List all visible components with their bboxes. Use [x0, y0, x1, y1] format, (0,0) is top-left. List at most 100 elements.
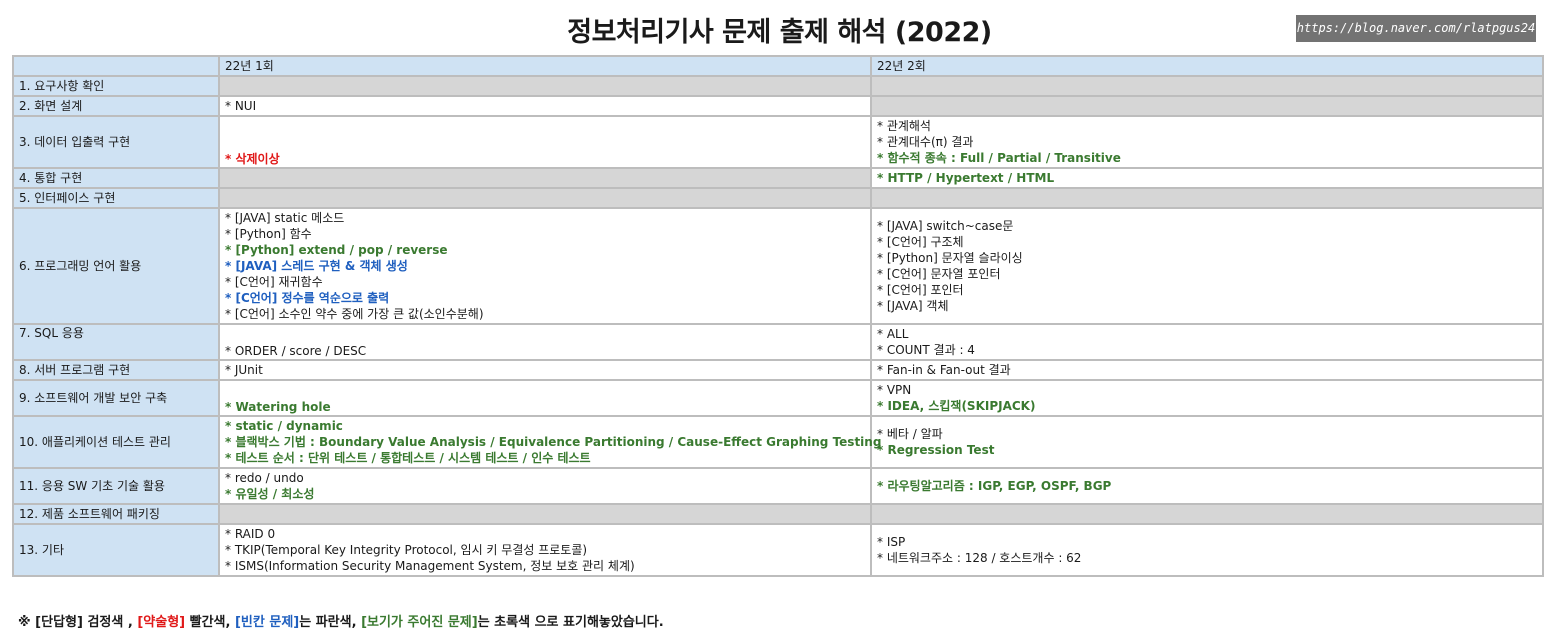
exam-22-1-cell: * static / dynamic * 블랙박스 기법 : Boundary V…	[218, 415, 882, 469]
topic-item: * Fan-in & Fan-out 결과	[877, 363, 1011, 377]
topic-item: * [C언어] 문자열 포인터	[877, 267, 1001, 281]
topic-item: * COUNT 결과 : 4	[877, 343, 975, 357]
table-row: 3. 데이터 입출력 구현 * 삭제이상 * 관계해석 * 관계대수(π) 결과 * 함…	[12, 115, 1544, 169]
exam-22-1-cell: * NUI	[218, 95, 872, 117]
exam-22-2-cell: * 베타 / 알파 * Regression Test	[870, 415, 1544, 469]
legend-segment: [보기가 주어진 문제]	[361, 615, 478, 630]
topic-item: * [JAVA] 스레드 구현 & 객체 생성	[225, 259, 408, 273]
topic-item: * 삭제이상	[225, 152, 280, 166]
legend-segment: [약술형]	[137, 615, 186, 630]
legend-segment: ※ [단답형] 검정색 ,	[18, 615, 138, 630]
exam-22-1-cell: * JUnit	[218, 359, 872, 381]
table-row: 5. 인터페이스 구현	[12, 187, 1544, 209]
topic-item: * [Python] extend / pop / reverse	[225, 243, 448, 257]
exam-22-1-cell: * RAID 0 * TKIP(Temporal Key Integrity Pr…	[218, 523, 872, 577]
category-cell: 5. 인터페이스 구현	[12, 187, 220, 209]
exam-22-2-cell: * [JAVA] switch~case문 * [C언어] 구조체 * [Pytho…	[870, 207, 1544, 325]
exam-22-1-cell: * 삭제이상	[218, 115, 872, 169]
topic-item: * 라우팅알고리즘 : IGP, EGP, OSPF, BGP	[877, 479, 1112, 493]
exam-22-2-cell	[870, 95, 1544, 117]
topic-item: * 관계해석	[877, 119, 931, 133]
topic-item: * 베타 / 알파	[877, 427, 943, 441]
exam-22-2-cell: * ISP * 네트워크주소 : 128 / 호스트개수 : 62	[870, 523, 1544, 577]
exam-22-1-cell	[218, 187, 872, 209]
category-cell: 4. 통합 구현	[12, 167, 220, 189]
legend-segment: [빈칸 문제]	[234, 615, 300, 630]
exam-22-2-cell	[870, 75, 1544, 97]
exam-22-2-cell: * HTTP / Hypertext / HTML	[870, 167, 1544, 189]
table-row: 4. 통합 구현 * HTTP / Hypertext / HTML	[12, 167, 1544, 189]
category-cell: 8. 서버 프로그램 구현	[12, 359, 220, 381]
table-header-row: 22년 1회 22년 2회	[12, 55, 1544, 77]
header-cell-22-2: 22년 2회	[870, 55, 1544, 77]
legend-segment: 는 파란색,	[299, 615, 362, 630]
category-cell: 1. 요구사항 확인	[12, 75, 220, 97]
category-cell: 9. 소프트웨어 개발 보안 구축	[12, 379, 220, 417]
category-cell: 11. 응용 SW 기초 기술 활용	[12, 467, 220, 505]
exam-22-1-cell	[218, 167, 872, 189]
table-row: 12. 제품 소프트웨어 패키징	[12, 503, 1544, 525]
topic-item: * Watering hole	[225, 400, 331, 414]
topic-item: * [JAVA] static 메소드	[225, 211, 345, 225]
topic-item: * ORDER / score / DESC	[225, 344, 367, 358]
topic-item: * VPN	[877, 383, 912, 397]
topic-item: * [C언어] 재귀함수	[225, 275, 323, 289]
exam-22-2-cell	[870, 187, 1544, 209]
category-cell: 3. 데이터 입출력 구현	[12, 115, 220, 169]
table-row: 10. 애플리케이션 테스트 관리 * static / dynamic * 블랙박…	[12, 415, 1544, 469]
legend-segment: 빨간색,	[185, 615, 235, 630]
topic-item: * RAID 0	[225, 527, 276, 541]
topic-item: * redo / undo	[225, 471, 304, 485]
topic-item: * [C언어] 소수인 약수 중에 가장 큰 값(소인수분해)	[225, 307, 484, 321]
table-row: 7. SQL 응용 * ORDER / score / DESC * ALL * CO…	[12, 323, 1544, 361]
topic-item: * ALL	[877, 327, 909, 341]
topic-item: * 함수적 종속 : Full / Partial / Transitive	[877, 151, 1121, 165]
topic-item: * [C언어] 정수를 역순으로 출력	[225, 291, 390, 305]
legend-segment: 는 초록색 으로 표기해놓았습니다.	[477, 615, 664, 630]
category-cell: 12. 제품 소프트웨어 패키징	[12, 503, 220, 525]
category-cell: 7. SQL 응용	[12, 323, 220, 361]
table-row: 9. 소프트웨어 개발 보안 구축 * Watering hole * VPN * I…	[12, 379, 1544, 417]
exam-22-1-cell: * redo / undo * 유일성 / 최소성	[218, 467, 872, 505]
topic-item: * ISMS(Information Security Management S…	[225, 559, 635, 573]
topic-item: * static / dynamic	[225, 419, 343, 433]
category-cell: 2. 화면 설계	[12, 95, 220, 117]
exam-22-2-cell: * ALL * COUNT 결과 : 4	[870, 323, 1544, 361]
topic-item: * HTTP / Hypertext / HTML	[877, 171, 1055, 185]
topic-item: * 블랙박스 기법 : Boundary Value Analysis / Eq…	[225, 435, 882, 449]
exam-22-1-cell: * [JAVA] static 메소드 * [Python] 함수 * [Pytho…	[218, 207, 872, 325]
topic-item: * 네트워크주소 : 128 / 호스트개수 : 62	[877, 551, 1082, 565]
table-row: 1. 요구사항 확인	[12, 75, 1544, 97]
topic-item: * ISP	[877, 535, 906, 549]
header-cell-empty	[12, 55, 220, 77]
topic-item: * [C언어] 포인터	[877, 283, 964, 297]
exam-22-2-cell	[870, 503, 1544, 525]
topic-item: * 테스트 순서 : 단위 테스트 / 통합테스트 / 시스템 테스트 / 인수…	[225, 451, 591, 465]
exam-22-2-cell: * 라우팅알고리즘 : IGP, EGP, OSPF, BGP	[870, 467, 1544, 505]
topic-item: * [C언어] 구조체	[877, 235, 964, 249]
topic-item: * [Python] 함수	[225, 227, 312, 241]
exam-analysis-table: 22년 1회 22년 2회 1. 요구사항 확인 2. 화면 설계 * NUI 3. …	[12, 55, 1544, 577]
exam-22-1-cell	[218, 503, 872, 525]
color-legend-note: ※ [단답형] 검정색 , [약술형] 빨간색, [빈칸 문제]는 파란색, […	[18, 611, 664, 630]
topic-item: * 유일성 / 최소성	[225, 487, 315, 501]
table-row: 2. 화면 설계 * NUI	[12, 95, 1544, 117]
blog-url-watermark: https://blog.naver.com/rlatpgus24	[1296, 15, 1536, 42]
category-cell: 6. 프로그래밍 언어 활용	[12, 207, 220, 325]
topic-item: * [Python] 문자열 슬라이싱	[877, 251, 1023, 265]
topic-item: * [JAVA] switch~case문	[877, 219, 1014, 233]
table-row: 11. 응용 SW 기초 기술 활용 * redo / undo * 유일성 / 최…	[12, 467, 1544, 505]
table-row: 6. 프로그래밍 언어 활용 * [JAVA] static 메소드 * [Pyth…	[12, 207, 1544, 325]
category-cell: 13. 기타	[12, 523, 220, 577]
topic-item: * NUI	[225, 99, 257, 113]
exam-22-2-cell: * VPN * IDEA, 스킵잭(SKIPJACK)	[870, 379, 1544, 417]
topic-item: * TKIP(Temporal Key Integrity Protocol, …	[225, 543, 588, 557]
exam-22-1-cell: * Watering hole	[218, 379, 872, 417]
topic-item: * Regression Test	[877, 443, 995, 457]
exam-22-1-cell: * ORDER / score / DESC	[218, 323, 872, 361]
topic-item: * [JAVA] 객체	[877, 299, 949, 313]
topic-item: * IDEA, 스킵잭(SKIPJACK)	[877, 399, 1036, 413]
category-cell: 10. 애플리케이션 테스트 관리	[12, 415, 220, 469]
exam-22-1-cell	[218, 75, 872, 97]
exam-22-2-cell: * 관계해석 * 관계대수(π) 결과 * 함수적 종속 : Full / Part…	[870, 115, 1544, 169]
